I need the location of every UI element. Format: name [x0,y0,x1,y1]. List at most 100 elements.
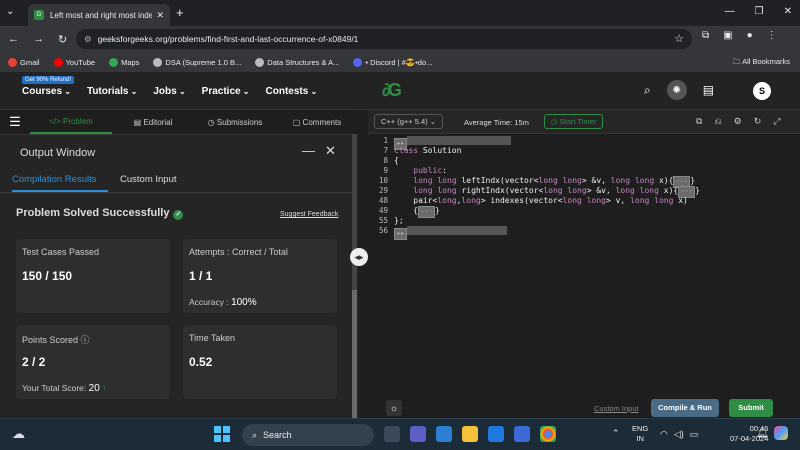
points-card: Points Scored ⓘ 2 / 2 Your Total Score: … [16,325,170,399]
back-icon[interactable]: ← [8,33,19,46]
line-number: 8 [383,156,388,165]
chevron-up-icon[interactable]: ⌃ [612,428,620,439]
lightbulb-icon[interactable]: ☼ [386,400,402,416]
code-line: { [394,156,399,165]
mail-icon[interactable] [488,426,504,442]
new-tab-button[interactable]: + [176,5,184,20]
copilot-icon[interactable] [774,426,788,440]
compile-run-button[interactable]: Compile & Run [651,399,719,417]
submit-button[interactable]: Submit [729,399,773,417]
custom-input-link[interactable]: Custom Input [594,404,639,413]
window-controls: — ❐ ✕ [725,6,792,17]
suggest-feedback-link[interactable]: Suggest Feedback [280,211,338,218]
bookmark-dsa[interactable]: DSA (Supreme 1.0 B... [153,57,242,67]
status-message: Problem Solved Successfully ✓ [16,207,184,220]
bookmark-data-structures[interactable]: Data Structures & A... [255,57,339,67]
pane-resize-handle[interactable]: ◂▸ [350,248,368,266]
user-avatar[interactable]: S [753,82,771,100]
card-label: Time Taken [189,333,236,343]
fullscreen-icon[interactable]: ⤢ [773,116,780,127]
bookmark-label: DSA (Supreme 1.0 B... [165,57,242,67]
battery-icon[interactable]: ▭ [690,429,699,440]
theme-toggle-icon[interactable]: ✺ [666,80,687,100]
refresh-icon[interactable]: ↻ [754,116,762,127]
line-number: 10 [378,176,388,185]
reset-icon[interactable]: ⎌ [714,116,721,127]
tab-search-icon[interactable]: ⌄ [6,6,14,17]
tab-submissions[interactable]: ◷ Submissions [194,118,276,127]
bookmark-gmail[interactable]: Gmail [8,57,40,67]
url-text[interactable]: geeksforgeeks.org/problems/find-first-an… [98,34,359,44]
task-view-icon[interactable] [384,426,400,442]
forward-icon[interactable]: → [33,33,44,46]
extensions-icon[interactable]: ⧉ [702,30,709,41]
line-number: 55 [378,216,388,225]
weather-icon[interactable]: ☁ [12,426,25,442]
notification-bell-icon[interactable]: 🔔︎ [756,428,769,439]
bookmark-discord[interactable]: • Discord | #😎•do... [353,57,433,67]
output-tabs: Compilation Results Custom Input [0,169,352,193]
gfg-logo[interactable]: ∂G [382,80,402,101]
info-icon[interactable]: ⓘ [81,335,90,345]
total-score: Your Total Score: 20 ↑ [22,383,106,394]
omnibox[interactable]: ⚙ geeksforgeeks.org/problems/find-first-… [76,29,692,49]
minimize-panel-icon[interactable]: — [302,143,315,159]
all-bookmarks-button[interactable]: 🗀 All Bookmarks [733,56,790,69]
output-window-title: Output Window [20,147,96,159]
tab-problem[interactable]: </> Problem [30,110,112,134]
hamburger-icon[interactable]: ☰ [0,114,30,130]
refund-badge[interactable]: Get 90% Refund! [22,76,75,84]
close-tab-icon[interactable]: ✕ [156,10,164,21]
taskbar-search[interactable]: ⌕ Search [242,424,374,446]
menu-jobs[interactable]: Jobs [153,86,185,97]
volume-icon[interactable]: ◁) [674,429,684,440]
menu-contests[interactable]: Contests [266,86,318,97]
bookmark-label: • Discord | #😎•do... [365,57,433,67]
code-line: pair<long,long> indexes(vector<long long… [394,196,688,205]
accuracy-label: Accuracy : [189,297,229,307]
restore-icon[interactable]: ❐ [755,6,764,17]
site-info-icon[interactable]: ⚙ [84,34,92,45]
maps-icon [109,57,119,67]
browser-tab-active[interactable]: G Left most and right most index ✕ [28,4,170,26]
bookmark-star-icon[interactable]: ☆ [674,32,684,45]
language-select[interactable]: C++ (g++ 5.4) ⌄ [374,114,444,129]
tab-label: Editorial [143,117,173,127]
menu-practice[interactable]: Practice [202,86,250,97]
bookmark-youtube[interactable]: YouTube [53,57,95,67]
chrome-menu-icon[interactable]: ⋮ [767,30,777,41]
card-label: Points Scored ⓘ [22,333,90,346]
menu-tutorials[interactable]: Tutorials [87,86,137,97]
folded-region[interactable]: ▸▸ [394,226,508,240]
search-label: Search [263,430,292,440]
scrollbar-thumb[interactable] [352,290,357,418]
app-icon[interactable] [514,426,530,442]
settings-icon[interactable]: ⚙ [734,116,742,127]
close-window-icon[interactable]: ✕ [784,6,792,17]
notifications-icon[interactable]: ▤ [703,83,714,97]
gmail-icon [8,57,17,67]
search-icon[interactable]: ⌕ [644,83,651,98]
profile-icon[interactable]: ● [747,30,753,41]
menu-courses[interactable]: Courses [22,86,71,97]
edge-icon[interactable] [436,426,452,442]
start-timer-button[interactable]: ◷ Start Timer [544,114,604,129]
chrome-icon[interactable] [540,426,556,442]
tab-comments[interactable]: ▢ Comments [276,118,358,127]
language-indicator[interactable]: ENG IN [632,424,648,444]
address-toolbar: ← → ↻ ⚙ geeksforgeeks.org/problems/find-… [0,26,800,52]
minimize-icon[interactable]: — [725,6,735,17]
copy-icon[interactable]: ⧉ [696,116,702,127]
side-panel-icon[interactable]: ▣ [723,30,732,41]
wifi-icon[interactable]: ◠ [660,429,668,440]
tab-compilation-results[interactable]: Compilation Results [12,169,108,192]
close-panel-icon[interactable]: ✕ [325,143,336,159]
tab-editorial[interactable]: ▤ Editorial [112,118,194,127]
teams-icon[interactable] [410,426,426,442]
bookmark-maps[interactable]: Maps [109,57,139,67]
windows-start-icon[interactable] [214,426,230,442]
file-explorer-icon[interactable] [462,426,478,442]
tab-custom-input[interactable]: Custom Input [120,169,177,192]
problem-tabs: ☰ </> Problem ▤ Editorial ◷ Submissions … [0,110,358,134]
reload-icon[interactable]: ↻ [58,33,67,46]
